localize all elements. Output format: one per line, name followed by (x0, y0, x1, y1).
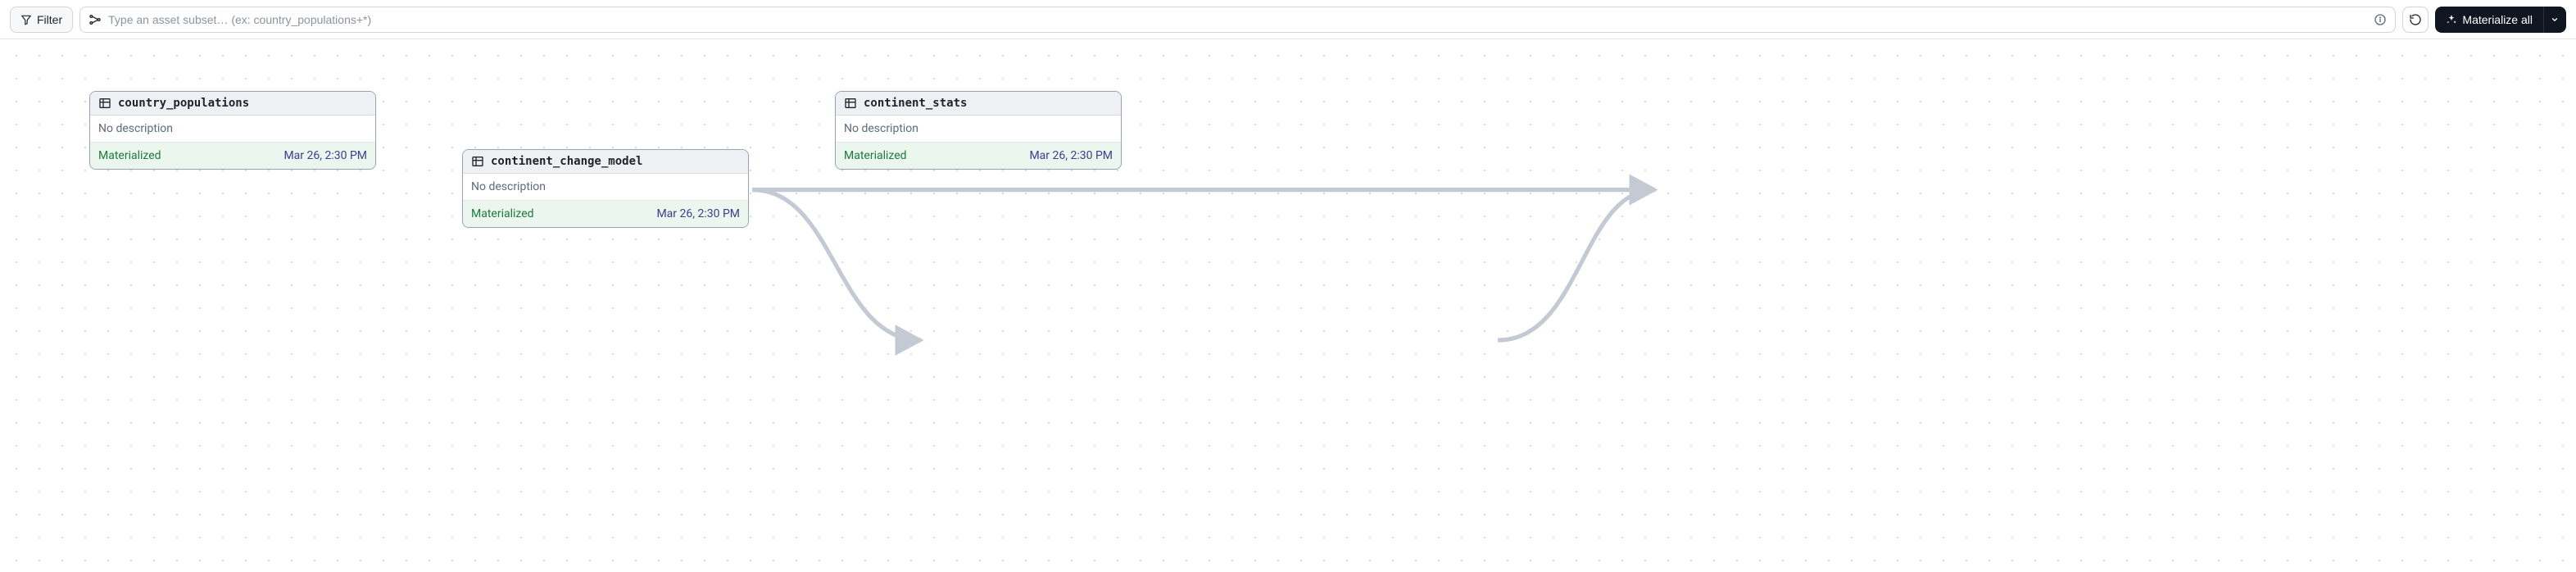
sparkle-icon (2446, 14, 2457, 25)
materialize-dropdown-button[interactable] (2543, 7, 2566, 33)
materialize-button-label: Materialize all (2462, 13, 2533, 26)
toolbar: Filter Materialize all (0, 0, 2576, 39)
asset-node-header: continent_change_model (463, 150, 748, 174)
asset-search-input[interactable] (108, 13, 2367, 26)
status-timestamp: Mar 26, 2:30 PM (283, 149, 367, 162)
asset-status-row: Materialized Mar 26, 2:30 PM (836, 143, 1121, 169)
table-icon (98, 97, 111, 110)
status-timestamp: Mar 26, 2:30 PM (656, 207, 740, 220)
filter-icon (20, 14, 32, 25)
refresh-icon (2409, 13, 2422, 26)
asset-name: continent_change_model (491, 155, 642, 168)
status-badge: Materialized (844, 149, 907, 162)
asset-node-continent-change-model[interactable]: continent_change_model No description Ma… (462, 149, 749, 228)
table-icon (471, 155, 484, 168)
filter-button[interactable]: Filter (10, 7, 73, 33)
refresh-button[interactable] (2402, 7, 2429, 33)
asset-description: No description (90, 116, 375, 143)
filter-button-label: Filter (37, 13, 62, 26)
chevron-down-icon (2551, 16, 2559, 24)
graph-edges (0, 39, 2576, 572)
status-badge: Materialized (471, 207, 534, 220)
info-icon[interactable] (2374, 13, 2387, 26)
status-timestamp: Mar 26, 2:30 PM (1029, 149, 1113, 162)
status-badge: Materialized (98, 149, 161, 162)
table-icon (844, 97, 857, 110)
asset-name: country_populations (118, 97, 249, 110)
asset-node-continent-stats[interactable]: continent_stats No description Materiali… (835, 91, 1122, 170)
asset-search[interactable] (79, 7, 2396, 33)
asset-description: No description (463, 174, 748, 201)
asset-status-row: Materialized Mar 26, 2:30 PM (463, 201, 748, 227)
asset-node-header: continent_stats (836, 92, 1121, 116)
materialize-split-button: Materialize all (2435, 7, 2566, 33)
asset-description: No description (836, 116, 1121, 143)
materialize-all-button[interactable]: Materialize all (2435, 7, 2543, 33)
asset-name: continent_stats (864, 97, 967, 110)
asset-status-row: Materialized Mar 26, 2:30 PM (90, 143, 375, 169)
graph-icon (88, 13, 102, 26)
asset-node-country-populations[interactable]: country_populations No description Mater… (89, 91, 376, 170)
asset-graph-canvas[interactable]: country_populations No description Mater… (0, 39, 2576, 572)
asset-node-header: country_populations (90, 92, 375, 116)
